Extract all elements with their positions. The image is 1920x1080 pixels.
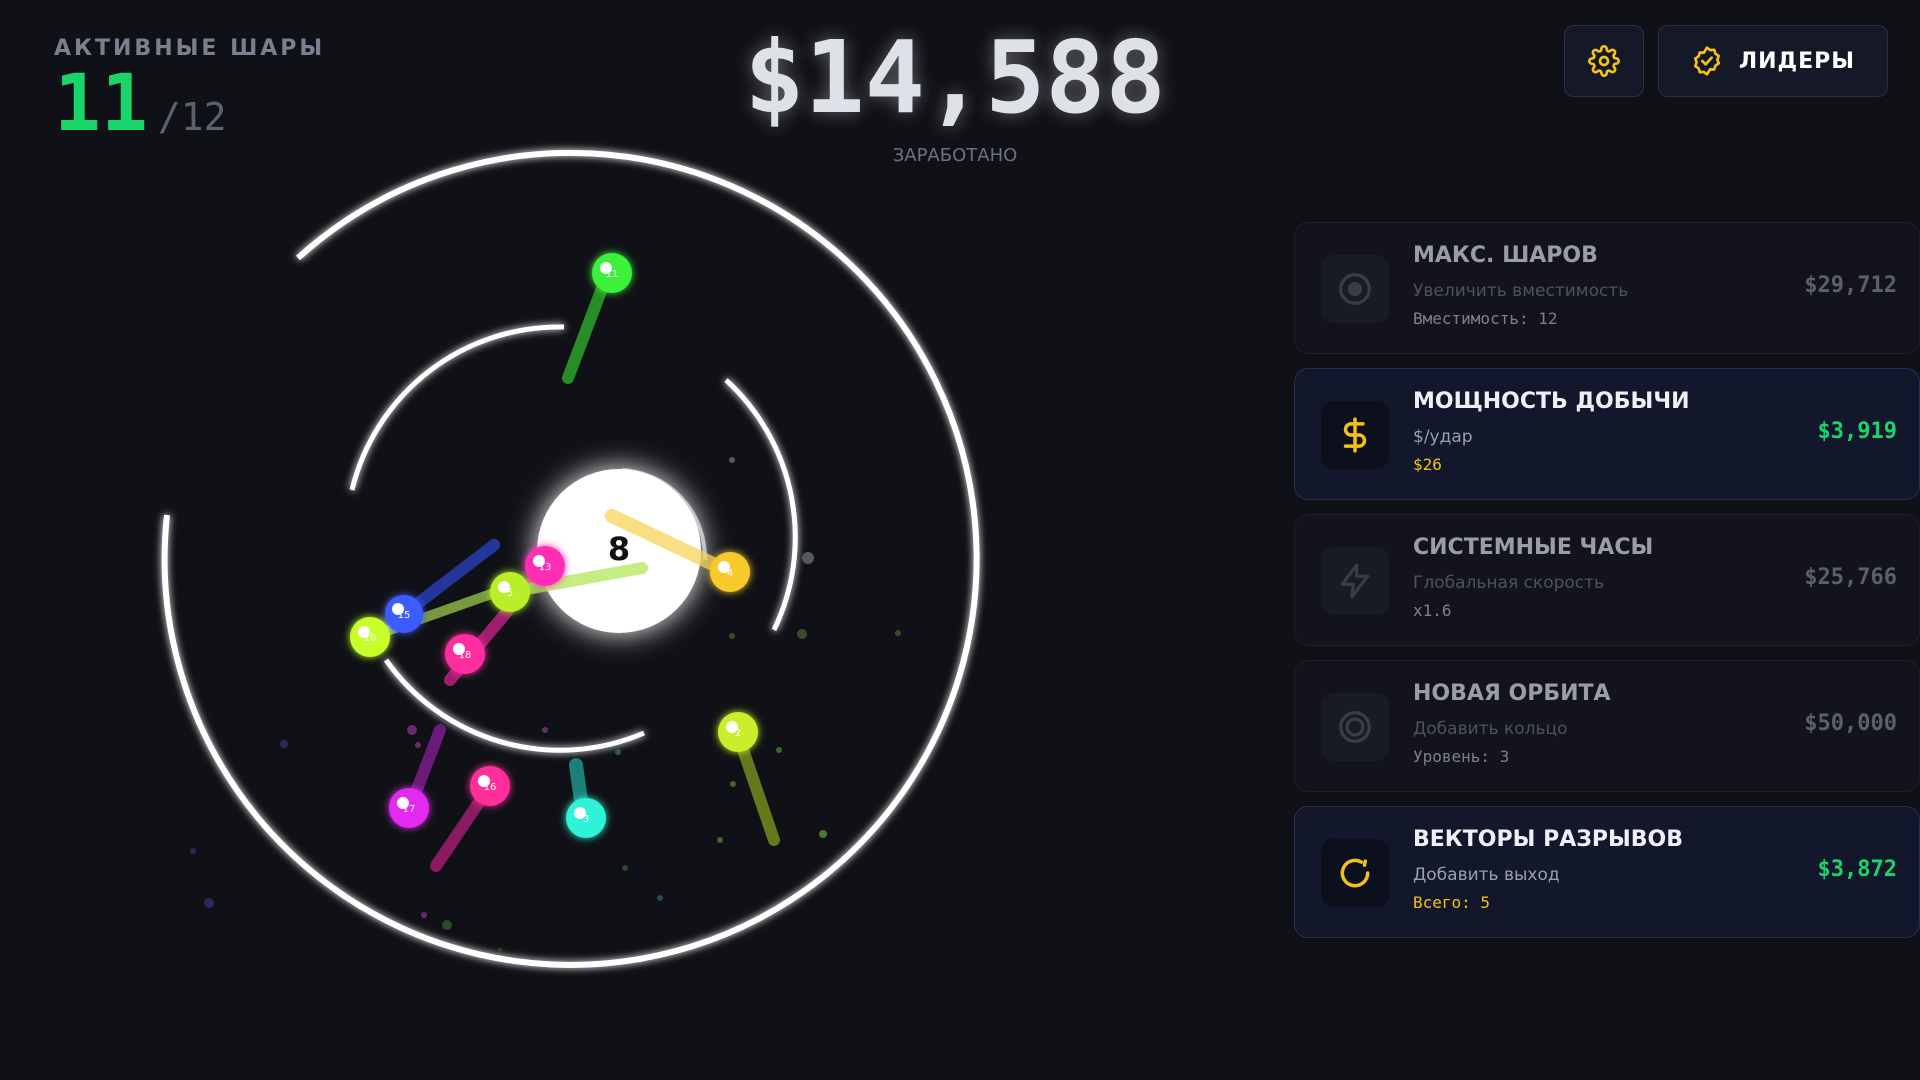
svg-text:18: 18	[459, 650, 472, 661]
balls: 11 4 13 5 15 10 18 2 17 16 3	[350, 253, 758, 838]
middle-orbit-arc-right	[724, 378, 798, 632]
ball-trails	[365, 256, 780, 872]
upgrade-price: $3,872	[1817, 857, 1897, 882]
ball: 13	[525, 546, 565, 586]
active-balls-value: 11	[54, 59, 148, 149]
ball: 16	[470, 766, 510, 806]
refresh-icon	[1340, 858, 1370, 888]
upgrade-icon-box	[1321, 255, 1389, 323]
upgrade-description: Глобальная скорость	[1413, 573, 1605, 593]
upgrade-title: МАКС. ШАРОВ	[1413, 243, 1598, 268]
target-icon	[1339, 273, 1371, 305]
svg-text:2: 2	[735, 728, 741, 739]
ball: 18	[445, 634, 485, 674]
dollar-icon	[1343, 417, 1367, 453]
upgrade-icon-box	[1321, 401, 1389, 469]
svg-text:10: 10	[364, 633, 377, 644]
svg-text:4: 4	[727, 568, 733, 579]
ball: 2	[718, 712, 758, 752]
upgrade-card-system-clock[interactable]: СИСТЕМНЫЕ ЧАСЫ Глобальная скорость x1.6 …	[1294, 514, 1920, 646]
ball: 10	[350, 617, 390, 657]
settings-button[interactable]	[1564, 25, 1644, 97]
active-balls-counter: АКТИВНЫЕ ШАРЫ 11 /12	[54, 36, 325, 143]
svg-text:17: 17	[403, 804, 416, 815]
upgrade-price: $29,712	[1804, 273, 1897, 298]
upgrade-description: Увеличить вместимость	[1413, 281, 1629, 301]
upgrade-icon-box	[1321, 547, 1389, 615]
upgrade-card-max-balls[interactable]: МАКС. ШАРОВ Увеличить вместимость Вмести…	[1294, 222, 1920, 354]
ball: 15	[385, 595, 423, 633]
svg-text:16: 16	[484, 782, 497, 793]
upgrade-description: Добавить кольцо	[1413, 719, 1568, 739]
ball: 11	[592, 253, 632, 293]
ball: 17	[389, 788, 429, 828]
upgrade-stat: Всего: 5	[1413, 893, 1491, 912]
ball: 4	[710, 552, 750, 592]
upgrade-price: $25,766	[1804, 565, 1897, 590]
active-balls-max: /12	[157, 95, 227, 139]
center-core-number: 8	[607, 530, 631, 568]
active-balls-label: АКТИВНЫЕ ШАРЫ	[54, 36, 326, 61]
upgrade-title: НОВАЯ ОРБИТА	[1413, 681, 1611, 706]
upgrade-title: МОЩНОСТЬ ДОБЫЧИ	[1413, 389, 1690, 414]
leaders-button[interactable]: ЛИДЕРЫ	[1658, 25, 1888, 97]
svg-text:5: 5	[507, 588, 513, 599]
middle-orbit-arc-bottom	[383, 658, 645, 753]
svg-text:15: 15	[398, 610, 411, 621]
upgrades-panel: МАКС. ШАРОВ Увеличить вместимость Вмести…	[1294, 222, 1920, 952]
upgrade-title: СИСТЕМНЫЕ ЧАСЫ	[1413, 535, 1654, 560]
money-display: $14,588 ЗАРАБОТАНО	[700, 20, 1210, 166]
middle-orbit-arc-top	[349, 324, 565, 491]
ball: 5	[490, 572, 530, 612]
upgrade-card-new-orbit[interactable]: НОВАЯ ОРБИТА Добавить кольцо Уровень: 3 …	[1294, 660, 1920, 792]
upgrade-stat: Уровень: 3	[1413, 747, 1510, 766]
upgrade-stat: Вместимость: 12	[1413, 309, 1558, 328]
svg-text:11: 11	[606, 269, 619, 280]
upgrade-price: $50,000	[1804, 711, 1897, 736]
svg-text:3: 3	[583, 814, 589, 825]
money-value: $14,588	[744, 19, 1166, 136]
upgrade-stat: x1.6	[1413, 601, 1452, 620]
upgrade-card-mining-power[interactable]: МОЩНОСТЬ ДОБЫЧИ $/удар $26 $3,919	[1294, 368, 1920, 500]
upgrade-icon-box	[1321, 693, 1389, 761]
lightning-icon	[1340, 563, 1370, 599]
upgrade-icon-box	[1321, 839, 1389, 907]
svg-text:13: 13	[539, 562, 552, 573]
money-caption: ЗАРАБОТАНО	[892, 145, 1018, 166]
outer-orbit-ring	[161, 149, 980, 968]
upgrade-price: $3,919	[1817, 419, 1897, 444]
rings-icon	[1339, 711, 1371, 743]
upgrade-card-break-vectors[interactable]: ВЕКТОРЫ РАЗРЫВОВ Добавить выход Всего: 5…	[1294, 806, 1920, 938]
gear-icon	[1588, 45, 1620, 77]
upgrade-description: Добавить выход	[1413, 865, 1560, 885]
badge-check-icon	[1693, 46, 1720, 76]
upgrade-title: ВЕКТОРЫ РАЗРЫВОВ	[1413, 827, 1684, 852]
upgrade-stat: $26	[1413, 455, 1442, 474]
ball: 3	[566, 798, 606, 838]
leaders-label: ЛИДЕРЫ	[1738, 48, 1856, 74]
upgrade-description: $/удар	[1413, 427, 1473, 447]
particles	[190, 457, 901, 952]
